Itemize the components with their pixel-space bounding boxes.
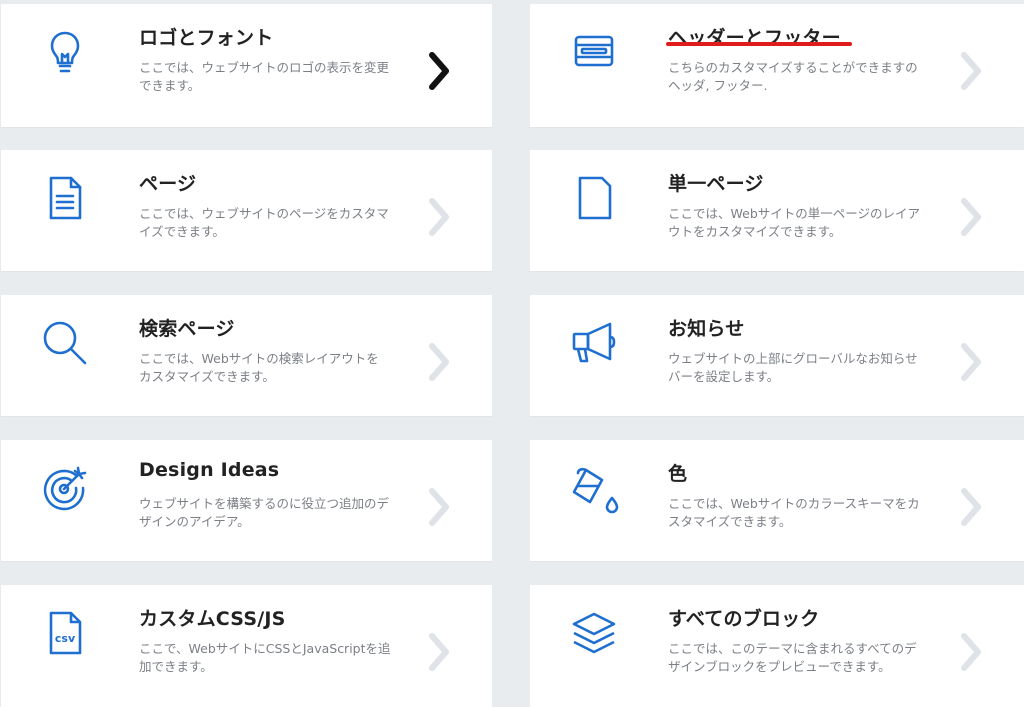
blank-page-icon	[568, 172, 620, 224]
layers-icon	[568, 607, 620, 659]
lightbulb-icon	[39, 26, 91, 78]
card-description: ウェブサイトを構築するのに役立つ追加のデザインのアイデア。	[139, 496, 390, 529]
card-description: ここでは、Webサイトのカラースキーマをカスタマイズできます。	[668, 496, 920, 529]
chevron-right-icon[interactable]	[426, 485, 454, 529]
chevron-right-icon[interactable]	[426, 630, 454, 674]
card-title: 単一ページ	[668, 173, 764, 195]
card-title: カスタムCSS/JS	[139, 608, 286, 630]
csv-file-icon: csv	[39, 607, 91, 659]
chevron-right-icon[interactable]	[958, 485, 986, 529]
card-title: Design Ideas	[139, 459, 280, 481]
chevron-right-icon[interactable]	[958, 49, 986, 93]
card-search-page[interactable]: 検索ページ ここでは、Webサイトの検索レイアウトをカスタマイズできます。	[1, 295, 492, 416]
header-footer-icon	[568, 26, 620, 78]
card-title: ページ	[139, 173, 197, 195]
card-single-page[interactable]: 単一ページ ここでは、Webサイトの単一ページのレイアウトをカスタマイズできます…	[530, 150, 1024, 271]
card-title: 色	[668, 463, 688, 485]
megaphone-icon	[568, 317, 620, 369]
chevron-right-icon[interactable]	[426, 340, 454, 384]
card-description: ここでは、Webサイトの単一ページのレイアウトをカスタマイズできます。	[668, 206, 921, 239]
card-title: 検索ページ	[139, 318, 235, 340]
card-description: こちらのカスタマイズすることができますのヘッダ, フッター.	[668, 60, 918, 93]
card-announcement[interactable]: お知らせ ウェブサイトの上部にグローバルなお知らせバーを設定します。	[530, 295, 1024, 416]
card-title: すべてのブロック	[668, 608, 820, 630]
chevron-right-icon[interactable]	[958, 630, 986, 674]
card-description: ここでは、Webサイトの検索レイアウトをカスタマイズできます。	[139, 351, 379, 384]
svg-text:csv: csv	[55, 632, 76, 645]
card-pages[interactable]: ページ ここでは、ウェブサイトのページをカスタマイズできます。	[1, 150, 492, 271]
card-custom-css-js[interactable]: csv カスタムCSS/JS ここで、WebサイトにCSSとJavaScript…	[1, 585, 492, 707]
card-description: ウェブサイトの上部にグローバルなお知らせバーを設定します。	[668, 351, 918, 384]
card-header-footer[interactable]: ヘッダーとフッター こちらのカスタマイズすることができますのヘッダ, フッター.	[530, 4, 1024, 127]
search-icon	[39, 317, 91, 369]
card-colors[interactable]: 色 ここでは、Webサイトのカラースキーマをカスタマイズできます。	[530, 440, 1024, 561]
card-all-blocks[interactable]: すべてのブロック ここでは、このテーマに含まれるすべてのデザインブロックをプレビ…	[530, 585, 1024, 707]
card-description: ここで、WebサイトにCSSとJavaScriptを追加できます。	[139, 641, 391, 674]
target-icon	[39, 462, 91, 514]
card-title: お知らせ	[668, 318, 745, 340]
highlight-underline	[666, 42, 852, 46]
chevron-right-icon[interactable]	[958, 340, 986, 384]
chevron-right-icon[interactable]	[426, 49, 454, 93]
card-design-ideas[interactable]: Design Ideas ウェブサイトを構築するのに役立つ追加のデザインのアイデ…	[1, 440, 492, 561]
chevron-right-icon[interactable]	[426, 195, 454, 239]
card-description: ここでは、ウェブサイトのページをカスタマイズできます。	[139, 206, 389, 239]
card-description: ここでは、このテーマに含まれるすべてのデザインブロックをプレビューできます。	[668, 641, 917, 674]
card-description: ここでは、ウェブサイトのロゴの表示を変更できます。	[139, 60, 390, 93]
document-icon	[39, 172, 91, 224]
card-logo-font[interactable]: ロゴとフォント ここでは、ウェブサイトのロゴの表示を変更できます。	[1, 4, 492, 127]
paint-bucket-icon	[568, 462, 620, 514]
chevron-right-icon[interactable]	[958, 195, 986, 239]
card-title: ロゴとフォント	[139, 27, 274, 49]
